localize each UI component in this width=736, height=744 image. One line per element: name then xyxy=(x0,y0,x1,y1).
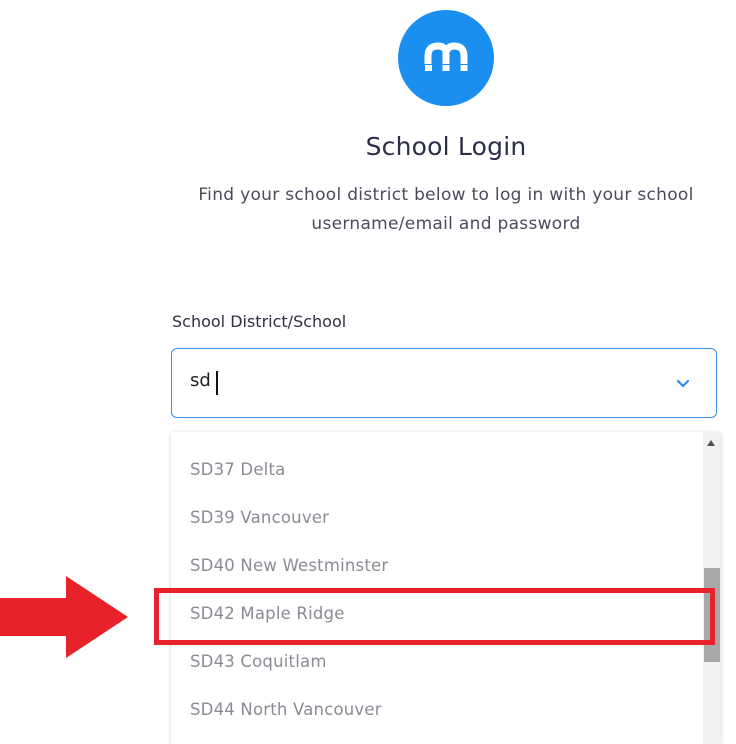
logo xyxy=(398,10,494,106)
school-district-select[interactable] xyxy=(171,348,717,418)
school-district-search-input[interactable] xyxy=(190,370,650,391)
dropdown-option[interactable]: SD39 Vancouver xyxy=(190,508,329,527)
logo-m-icon xyxy=(424,42,469,73)
chevron-down-icon[interactable] xyxy=(676,377,690,391)
red-arrow-icon xyxy=(0,576,128,658)
scroll-up-arrow-icon[interactable] xyxy=(707,440,715,446)
dropdown-option[interactable]: SD44 North Vancouver xyxy=(190,700,382,719)
page-title: School Login xyxy=(365,132,527,161)
dropdown-option[interactable]: SD43 Coquitlam xyxy=(190,652,327,671)
school-district-label: School District/School xyxy=(172,312,347,331)
page-subtitle: Find your school district below to log i… xyxy=(198,185,694,234)
dropdown-option[interactable]: SD40 New Westminster xyxy=(190,556,388,575)
text-cursor xyxy=(216,371,218,395)
dropdown-option[interactable]: SD37 Delta xyxy=(190,460,285,479)
highlight-box xyxy=(154,588,715,645)
